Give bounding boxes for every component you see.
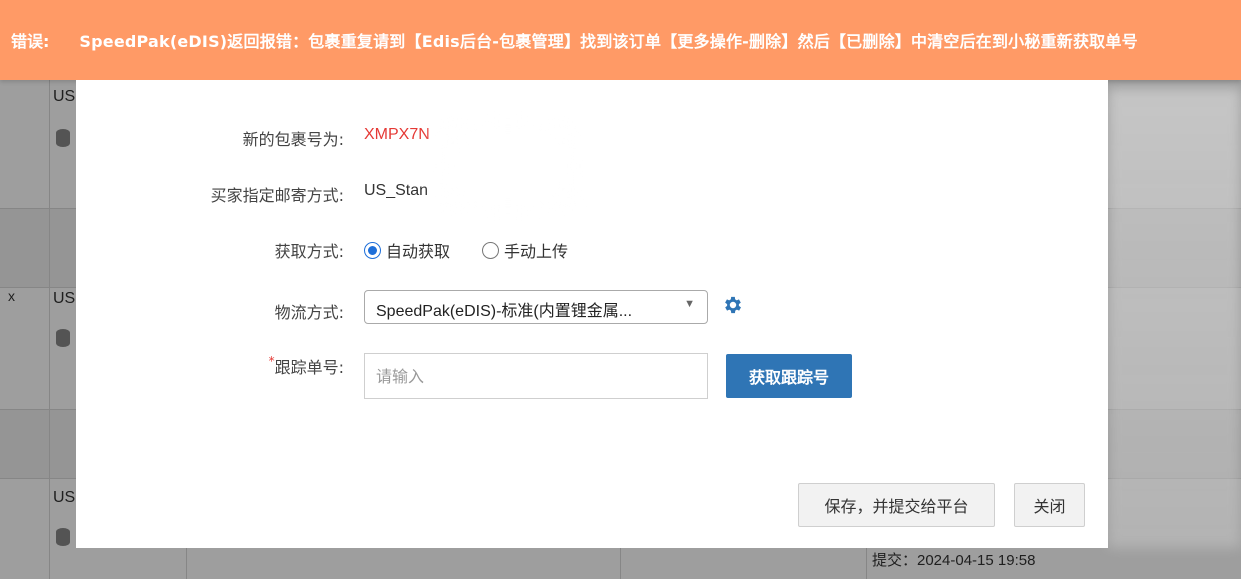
close-button[interactable]: 关闭 [1014, 483, 1085, 527]
radio-manual-upload[interactable]: 手动上传 [482, 238, 568, 262]
buyer-method-label: 买家指定邮寄方式: [210, 186, 344, 205]
buyer-method-value: US_Stan [364, 182, 429, 199]
gear-icon[interactable] [722, 294, 744, 316]
error-message: SpeedPak(eDIS)返回报错：包裹重复请到【Edis后台-包裹管理】找到… [79, 32, 1138, 51]
tracking-label: 跟踪单号: [274, 358, 344, 377]
error-label: 错误: [11, 32, 50, 51]
chevron-down-icon: ▼ [684, 298, 695, 310]
radio-manual-upload-label: 手动上传 [504, 242, 569, 261]
radio-button[interactable] [482, 241, 500, 259]
tracking-number-dialog: 新的包裹号为: XMPX7N 买家指定邮寄方式: US_Stan 获取方式: 自… [76, 80, 1108, 548]
fetch-mode-label: 获取方式: [274, 242, 344, 261]
package-no-label: 新的包裹号为: [242, 130, 344, 149]
redaction-blur [433, 117, 583, 215]
radio-auto-fetch[interactable]: 自动获取 [364, 238, 450, 262]
error-banner: 错误: SpeedPak(eDIS)返回报错：包裹重复请到【Edis后台-包裹管… [0, 0, 1241, 80]
get-tracking-number-button[interactable]: 获取跟踪号 [726, 354, 852, 398]
radio-button-checked[interactable] [364, 241, 381, 259]
package-no-value: XMPX7N [364, 126, 430, 143]
fetch-mode-radio-group: 自动获取 手动上传 [364, 238, 600, 262]
tracking-label-wrap: *跟踪单号: [269, 354, 344, 378]
radio-auto-fetch-label: 自动获取 [386, 242, 451, 261]
logistics-label: 物流方式: [274, 303, 344, 322]
logistics-select[interactable]: SpeedPak(eDIS)-标准(内置锂金属... ▼ [364, 290, 708, 324]
logistics-selected-value: SpeedPak(eDIS)-标准(内置锂金属... [376, 303, 633, 320]
save-and-submit-button[interactable]: 保存，并提交给平台 [798, 483, 995, 527]
blurred-region [1108, 88, 1241, 548]
tracking-number-input[interactable] [364, 353, 708, 399]
